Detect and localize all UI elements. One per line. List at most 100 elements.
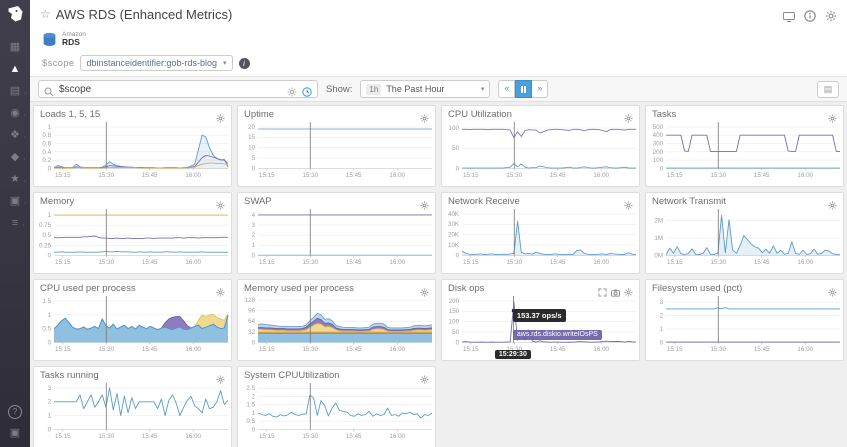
gear-icon[interactable]: [216, 284, 225, 297]
chart-plot-tasks-running[interactable]: 0 1 2 3 15:15 15:30 15:45 16:00: [34, 381, 231, 443]
svg-text:15:30: 15:30: [710, 172, 726, 179]
info-icon[interactable]: [804, 9, 816, 22]
datadog-logo-icon[interactable]: [5, 4, 25, 24]
chart-card-cpu-per-process[interactable]: CPU used per process 0 0.5 1 1.5 15:15 15:30 15…: [33, 279, 232, 361]
svg-text:15:45: 15:45: [142, 259, 158, 266]
gear-icon[interactable]: [828, 110, 837, 123]
chart-plot-disk-ops[interactable]: 0 50 100 150 200 15:15 15:30 15:45 16:00: [442, 294, 639, 356]
svg-text:2M: 2M: [654, 218, 663, 225]
svg-text:300: 300: [653, 141, 664, 148]
gear-icon[interactable]: [624, 197, 633, 210]
template-variable-info-icon[interactable]: i: [238, 57, 250, 69]
chart-card-tasks-running[interactable]: Tasks running 0 1 2 3 15:15 15:30 15:45 16:00: [33, 366, 232, 447]
chart-plot-filesystem-used[interactable]: 0 1 2 3 15:15 15:30 15:45 16:00: [646, 294, 843, 356]
chart-card-memory-per-process[interactable]: Memory used per process 0 32 64 96 128 15:15 15…: [237, 279, 436, 361]
svg-text:15:30: 15:30: [302, 433, 318, 440]
svg-text:100: 100: [449, 125, 460, 132]
svg-text:200: 200: [653, 149, 664, 156]
chart-plot-cpu-per-process[interactable]: 0 0.5 1 1.5 15:15 15:30 15:45 16:00: [34, 294, 231, 356]
sidebar-nav: ▦ ▲ ▤ › ◉ › ❖ › ◆ › ★ › ▣ › ≡ ›: [10, 42, 27, 230]
chart-plot-tasks[interactable]: 0100200300 400500 15:15 15:30 15:45 16:00: [646, 120, 843, 182]
chart-card-loads[interactable]: Loads 1, 5, 15 0 0.2 0.4 0.6 0.8 1 15:15 15:30 15…: [33, 105, 232, 187]
sidebar-account-icon[interactable]: ▣: [10, 428, 20, 439]
history-clock-icon[interactable]: [302, 84, 312, 97]
sidebar-item-notebooks-icon[interactable]: ▣ ›: [10, 196, 26, 208]
svg-text:0.2: 0.2: [42, 157, 51, 164]
time-back-button[interactable]: «: [498, 80, 516, 98]
svg-text:15:15: 15:15: [667, 172, 683, 179]
search-input[interactable]: $scope: [38, 80, 318, 98]
chart-plot-network-transmit[interactable]: 0M 1M 2M 15:15 15:30 15:45 16:00: [646, 207, 843, 269]
time-forward-button[interactable]: »: [532, 80, 549, 98]
sidebar-item-monitors-icon[interactable]: ◉ ›: [10, 108, 26, 120]
chart-card-disk-ops[interactable]: Disk ops 0 50 100 150 200 15:15 15:30 15:45 16:00…: [441, 279, 640, 361]
sidebar-item-apm-icon[interactable]: ★ ›: [10, 174, 26, 186]
expand-icon[interactable]: [598, 284, 607, 297]
settings-gear-icon[interactable]: [825, 9, 837, 21]
chart-card-cpu-utilization[interactable]: CPU Utilization 0 50 100 15:15 15:30 15:45 16:0…: [441, 105, 640, 187]
chart-grid: Loads 1, 5, 15 0 0.2 0.4 0.6 0.8 1 15:15 15:30 15…: [33, 105, 844, 447]
svg-text:0: 0: [252, 339, 256, 346]
sidebar-item-dashboards-icon[interactable]: ▦: [10, 42, 20, 53]
integration-brand: Amazon RDS: [30, 25, 847, 49]
chart-card-network-receive[interactable]: Network Receive 0 10K 20K 30K 40K 15:15 15:30 15…: [441, 192, 640, 274]
layout-toggle-button[interactable]: ▤: [817, 80, 839, 98]
time-range-select[interactable]: 1h The Past Hour ▾: [360, 80, 491, 98]
chart-plot-memory[interactable]: 0 0.25 0.5 0.75 1 15:15 15:30 15:45 16:00: [34, 207, 231, 269]
gear-icon[interactable]: [624, 110, 633, 123]
gear-icon[interactable]: [828, 284, 837, 297]
gear-icon[interactable]: [420, 197, 429, 210]
gear-icon[interactable]: [420, 110, 429, 123]
template-variable-select[interactable]: dbinstanceidentifier:gob-rds-blog ▾: [80, 55, 233, 71]
chart-plot-swap[interactable]: 0 1 2 3 4 15:15 15:30 15:45 16:00: [238, 207, 435, 269]
chart-title: Filesystem used (pct): [652, 283, 743, 294]
chart-title: Tasks: [652, 109, 677, 120]
svg-text:100: 100: [449, 319, 460, 326]
chart-card-filesystem-used[interactable]: Filesystem used (pct) 0 1 2 3 15:15 15:30 15:45…: [645, 279, 844, 361]
chart-card-system-cpuutilization[interactable]: System CPUUtilization 0 0.5 1 1.5 2 2.5 15:15 15…: [237, 366, 436, 447]
gear-icon[interactable]: [216, 197, 225, 210]
gear-icon[interactable]: [216, 110, 225, 123]
dashboard-area: Loads 1, 5, 15 0 0.2 0.4 0.6 0.8 1 15:15 15:30 15…: [30, 102, 847, 447]
svg-text:15:15: 15:15: [259, 346, 275, 353]
svg-text:100: 100: [653, 157, 664, 164]
sidebar-item-metrics-icon[interactable]: ❖ ›: [10, 130, 26, 142]
chart-plot-cpu-utilization[interactable]: 0 50 100 15:15 15:30 15:45 16:00: [442, 120, 639, 182]
chart-plot-memory-per-process[interactable]: 0 32 64 96 128 15:15 15:30 15:45 16:00: [238, 294, 435, 356]
gear-icon[interactable]: [624, 284, 633, 297]
gear-icon[interactable]: [420, 371, 429, 384]
pause-button[interactable]: [515, 80, 533, 98]
sidebar-item-logs-icon[interactable]: ≡ ›: [12, 218, 24, 230]
svg-text:15:30: 15:30: [98, 346, 114, 353]
gear-icon[interactable]: [420, 284, 429, 297]
search-gear-icon[interactable]: [287, 84, 297, 97]
svg-text:15:15: 15:15: [55, 172, 71, 179]
sidebar-item-infrastructure-icon[interactable]: ▲: [10, 64, 21, 75]
chart-plot-loads[interactable]: 00.20.40.6 0.81 15:15 15:30 15:45 16:00: [34, 120, 231, 182]
sidebar-item-integrations-icon[interactable]: ◆ ›: [11, 152, 25, 164]
chart-card-network-transmit[interactable]: Network Transmit 0M 1M 2M 15:15 15:30 15:45 16:…: [645, 192, 844, 274]
chart-card-uptime[interactable]: Uptime 0 5 10 15 20 15:15 15:30 15:45 16:00: [237, 105, 436, 187]
svg-text:15:45: 15:45: [754, 172, 770, 179]
favorite-star-icon[interactable]: ☆: [40, 7, 51, 21]
sidebar-item-events-icon[interactable]: ▤ ›: [10, 86, 26, 98]
chart-plot-uptime[interactable]: 0 5 10 15 20 15:15 15:30 15:45 16:00: [238, 120, 435, 182]
chart-plot-system-cpuutilization[interactable]: 00.511.52 2.5 15:15 15:30 15:45 16:00: [238, 381, 435, 443]
chart-plot-network-receive[interactable]: 0 10K 20K 30K 40K 15:15 15:30 15:45 16:00: [442, 207, 639, 269]
svg-text:16:00: 16:00: [185, 259, 201, 266]
svg-text:20: 20: [248, 124, 256, 131]
chart-card-memory[interactable]: Memory 0 0.25 0.5 0.75 1 15:15 15:30 15:45 16:00: [33, 192, 232, 274]
chart-title: Uptime: [244, 109, 275, 120]
svg-text:400: 400: [653, 132, 664, 139]
chart-title: Disk ops: [448, 283, 485, 294]
tv-mode-icon[interactable]: [783, 9, 795, 22]
gear-icon[interactable]: [828, 197, 837, 210]
svg-text:15:30: 15:30: [98, 259, 114, 266]
gear-icon[interactable]: [216, 371, 225, 384]
svg-text:0.8: 0.8: [42, 132, 51, 139]
chart-card-tasks[interactable]: Tasks 0 100 200 300 400 500 15:15 15:30 15:45 16:0…: [645, 105, 844, 187]
svg-text:15:45: 15:45: [550, 346, 566, 353]
camera-icon[interactable]: [611, 284, 620, 297]
sidebar-help-icon[interactable]: ?: [8, 405, 22, 419]
chart-card-swap[interactable]: SWAP 0 1 2 3 4 15:15 15:30 15:45 16:00: [237, 192, 436, 274]
